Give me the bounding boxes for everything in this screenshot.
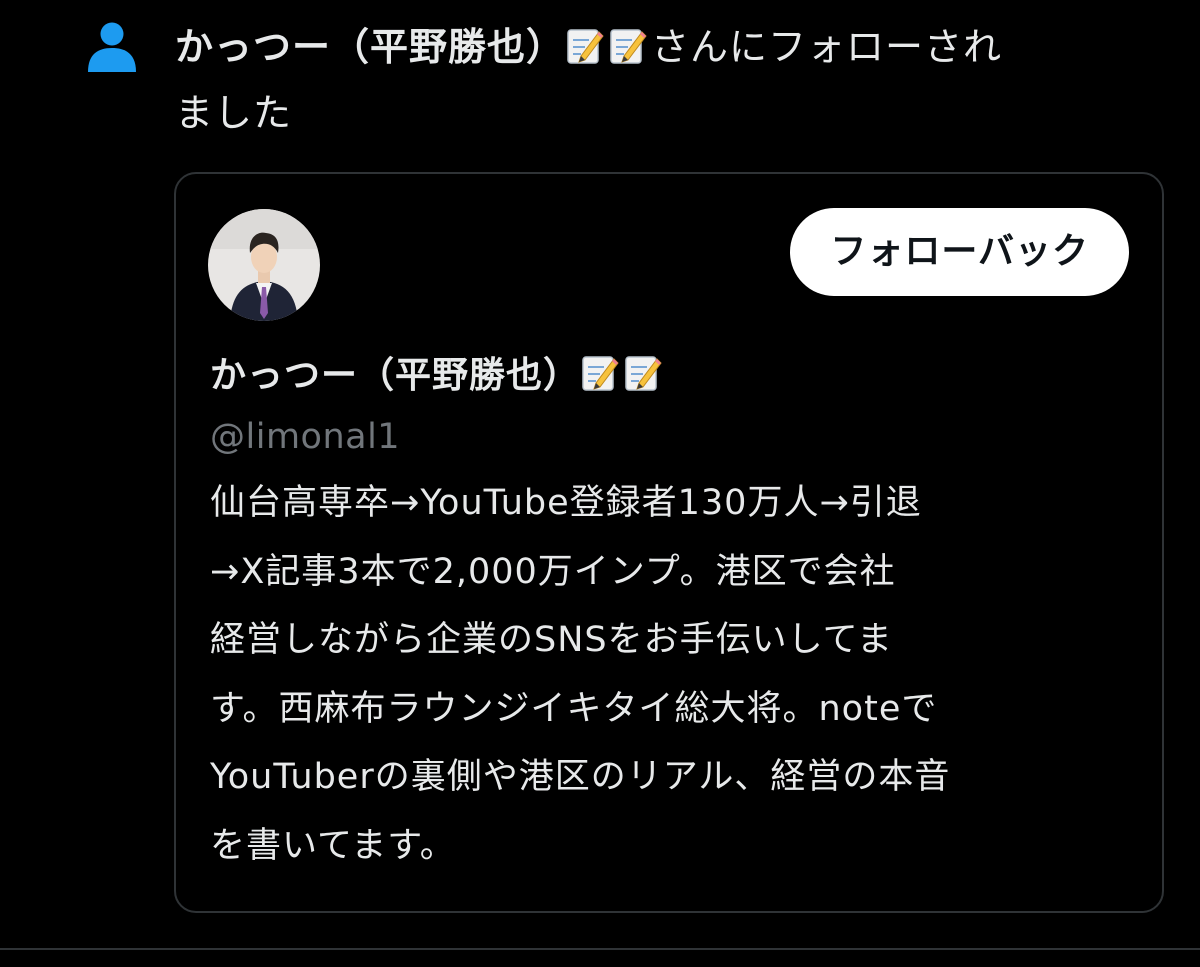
divider xyxy=(0,948,1200,950)
avatar[interactable] xyxy=(208,209,320,321)
memo-icon xyxy=(580,353,620,393)
person-icon xyxy=(86,22,138,72)
display-name[interactable]: かっつー（平野勝也） xyxy=(210,350,666,402)
follow-back-button[interactable]: フォローバック xyxy=(790,208,1129,296)
user-bio: 仙台高専卒→YouTube登録者130万人→引退 →X記事3本で2,000万イン… xyxy=(210,469,1130,880)
bio-line: →X記事3本で2,000万インプ。港区で会社 xyxy=(210,551,896,592)
display-name-text: かっつー（平野勝也） xyxy=(210,355,581,396)
action-text-continued: ました xyxy=(175,91,293,135)
bio-line: 経営しながら企業のSNSをお手伝いしてま xyxy=(210,620,893,660)
bio-line: 仙台高専卒→YouTube登録者130万人→引退 xyxy=(210,483,922,523)
memo-icon xyxy=(565,26,605,66)
follow-notification[interactable]: かっつー（平野勝也） さんにフォローされ ました フォローバック かっつー（平野… xyxy=(0,0,1200,948)
action-text: さんにフォローされ xyxy=(651,25,1003,69)
bio-line: YouTuberの裏側や港区のリアル、経営の本音 xyxy=(210,757,951,797)
bio-line: す。西麻布ラウンジイキタイ総大将。noteで xyxy=(210,688,938,729)
user-handle[interactable]: @limonal1 xyxy=(210,412,400,462)
bio-line: を書いてます。 xyxy=(210,825,456,866)
notification-text: かっつー（平野勝也） さんにフォローされました xyxy=(175,14,1165,146)
user-card[interactable]: フォローバック かっつー（平野勝也） @limonal1 仙台高専卒→YouTu… xyxy=(174,172,1164,913)
actor-name[interactable]: かっつー（平野勝也） xyxy=(175,25,565,69)
memo-icon xyxy=(608,26,648,66)
memo-icon xyxy=(623,353,663,393)
